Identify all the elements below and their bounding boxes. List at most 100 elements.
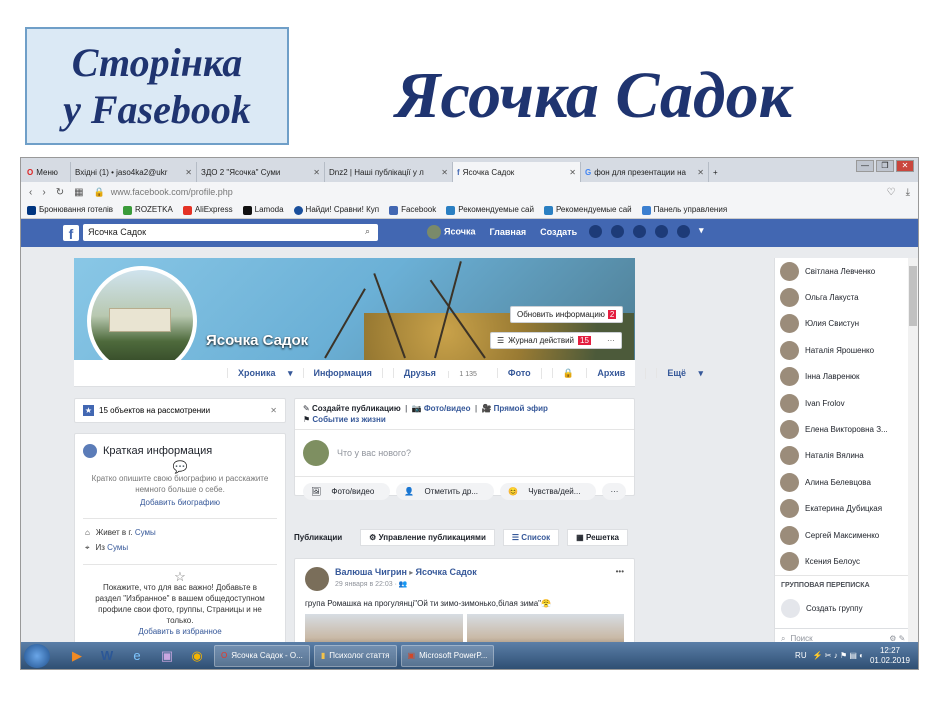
language-indicator[interactable]: RU [795,651,807,660]
post-menu-icon[interactable]: ••• [616,567,624,591]
contact-item[interactable]: Наталія Вялина [775,443,918,469]
grid-icon[interactable]: ▦ [74,187,83,198]
contact-item[interactable]: Інна Лавренюк [775,364,918,390]
more-options-button[interactable]: ··· [607,336,615,345]
bookmark-item[interactable]: Найди! Сравни! Куп [293,205,379,215]
reload-icon[interactable]: ↻ [56,187,64,198]
help-icon[interactable] [677,225,690,238]
create-group-button[interactable]: Создать группу [775,595,918,622]
grid-view-button[interactable]: ▦ Решетка [567,528,628,546]
bookmark-item[interactable]: AliExpress [182,205,233,215]
bookmark-item[interactable]: Lamoda [242,205,284,215]
post-time[interactable]: 29 января в 22:03 · [335,581,399,588]
nav-profile[interactable]: Ясочка [427,225,475,239]
tab-dnz2[interactable]: Dnz2 | Наші публікації у л ✕ [325,162,453,182]
chrome-icon[interactable]: ◉ [184,645,210,667]
facebook-search-input[interactable]: Ясочка Садок ⌕ [83,224,378,241]
facebook-logo-icon[interactable]: f [63,225,79,242]
tag-friends-button[interactable]: 👤 Отметить др... [396,483,495,500]
ie-icon[interactable]: e [124,645,150,667]
download-icon[interactable]: ⤓ [906,187,910,198]
start-button[interactable] [24,643,50,668]
contact-item[interactable]: Ольга Лакуста [775,284,918,310]
word-icon[interactable]: W [94,645,120,667]
quick-help-icon[interactable] [655,225,668,238]
post-target[interactable]: Ясочка Садок [415,567,476,577]
minimize-button[interactable]: — [856,160,874,172]
taskbar-folder[interactable]: ▮ Психолог стаття [313,644,397,667]
update-info-button[interactable]: Обновить информацию 2 [510,306,624,323]
close-tab-icon[interactable]: ✕ [693,168,704,177]
back-icon[interactable]: ‹ [29,187,32,198]
close-tab-icon[interactable]: ✕ [437,168,448,177]
tab-archive[interactable]: 🔒 Архив [540,367,646,379]
close-tab-icon[interactable]: ✕ [181,168,192,177]
bookmark-heart-icon[interactable]: ♡ [887,187,896,198]
contact-item[interactable]: Екатерина Дубицкая [775,496,918,522]
contact-item[interactable]: Наталія Ярошенко [775,337,918,363]
add-featured-link[interactable]: Добавить в избранное [138,627,221,636]
taskbar-opera[interactable]: O Ясочка Садок - О... [214,644,310,667]
taskbar-powerpoint[interactable]: ▣ Microsoft PowerP... [400,644,495,667]
contact-item[interactable]: Юлия Свистун [775,311,918,337]
post-author[interactable]: Валюша Чигрин [335,567,407,577]
forward-icon[interactable]: › [42,187,45,198]
notifications-icon[interactable] [633,225,646,238]
avatar[interactable] [305,567,329,591]
nav-create[interactable]: Создать [540,227,577,237]
bookmark-item[interactable]: Панель управления [641,205,727,215]
search-icon[interactable]: ⌕ [365,226,370,237]
chevron-down-icon[interactable]: ▾ [699,225,712,238]
contact-item[interactable]: Алина Белевцова [775,469,918,495]
tab-facebook[interactable]: f Ясочка Садок ✕ [453,162,581,182]
bookmark-item[interactable]: Facebook [389,205,436,215]
tab-timeline[interactable]: Хроника ▾ [217,367,303,379]
save-icon[interactable]: ▣ [154,645,180,667]
composer-input[interactable]: Что у вас нового? [295,430,634,477]
life-event-tab[interactable]: ⚑ Событие из жизни [303,415,386,424]
manage-posts-button[interactable]: ⚙ Управление публикациями [360,528,495,546]
list-view-button[interactable]: ☰ Список [502,528,560,546]
feeling-button[interactable]: 😊 Чувства/дей... [500,483,597,500]
contact-item[interactable]: Світлана Левченко [775,258,918,284]
media-player-icon[interactable]: ▶ [64,645,90,667]
contact-item[interactable]: Ivan Frolov [775,390,918,416]
page-scrollbar[interactable] [908,258,918,648]
tab-info[interactable]: Информация [302,368,382,378]
profile-name[interactable]: Ясочка Садок [206,332,308,349]
close-tab-icon[interactable]: ✕ [309,168,320,177]
bookmark-item[interactable]: Рекомендуемые сай [543,205,632,215]
nav-home[interactable]: Главная [489,227,526,237]
photo-video-tab[interactable]: 📷 Фото/видео [412,404,471,413]
contact-item[interactable]: Елена Викторовна З... [775,416,918,442]
contact-item[interactable]: Сергей Максименко [775,522,918,548]
tab-more[interactable]: Ещё ▾ [645,367,713,379]
more-options-button[interactable]: ··· [602,483,627,500]
tab-photos[interactable]: Фото [496,368,541,378]
bookmark-item[interactable]: Рекомендуемые сай [446,205,534,215]
bookmark-item[interactable]: ROZETKA [123,205,173,215]
messenger-icon[interactable] [611,225,624,238]
add-bio-link[interactable]: Добавить биографию [140,498,220,507]
bookmark-item[interactable]: Бронювання готелів [27,205,113,215]
tray-icons[interactable]: ⚡ ✂ ♪ ⚑ ▤ ◐ [813,651,864,660]
live-tab[interactable]: 🎥 Прямой эфир [481,404,547,413]
tab-zdo[interactable]: ЗДО 2 "Ясочка" Суми ✕ [197,162,325,182]
clock[interactable]: 12:27 01.02.2019 [870,646,910,666]
close-window-button[interactable]: ✕ [896,160,914,172]
new-tab-button[interactable]: + [709,162,731,182]
review-notice[interactable]: ★ 15 объектов на рассмотрении ✕ [74,398,286,423]
tab-mail[interactable]: Вхідні (1) • jaso4ka2@ukr ✕ [71,162,197,182]
close-icon[interactable]: ✕ [270,406,277,415]
maximize-button[interactable]: ❐ [876,160,894,172]
photo-video-button[interactable]: 🖼 Фото/видео [303,483,391,500]
tab-menu[interactable]: O Меню [23,162,71,182]
contact-item[interactable]: Ксения Белоус [775,548,918,574]
friend-requests-icon[interactable] [589,225,602,238]
tab-friends[interactable]: Друзья 1 135 [381,368,497,378]
url-field[interactable]: 🔒 www.facebook.com/profile.php [94,184,877,200]
close-tab-icon[interactable]: ✕ [565,168,576,177]
activity-log-button[interactable]: ☰ Журнал действий 15 ··· [490,332,622,349]
tab-google[interactable]: Gфон для презентации на ✕ [581,162,709,182]
create-post-tab[interactable]: ✎ Создайте публикацию [303,404,401,413]
